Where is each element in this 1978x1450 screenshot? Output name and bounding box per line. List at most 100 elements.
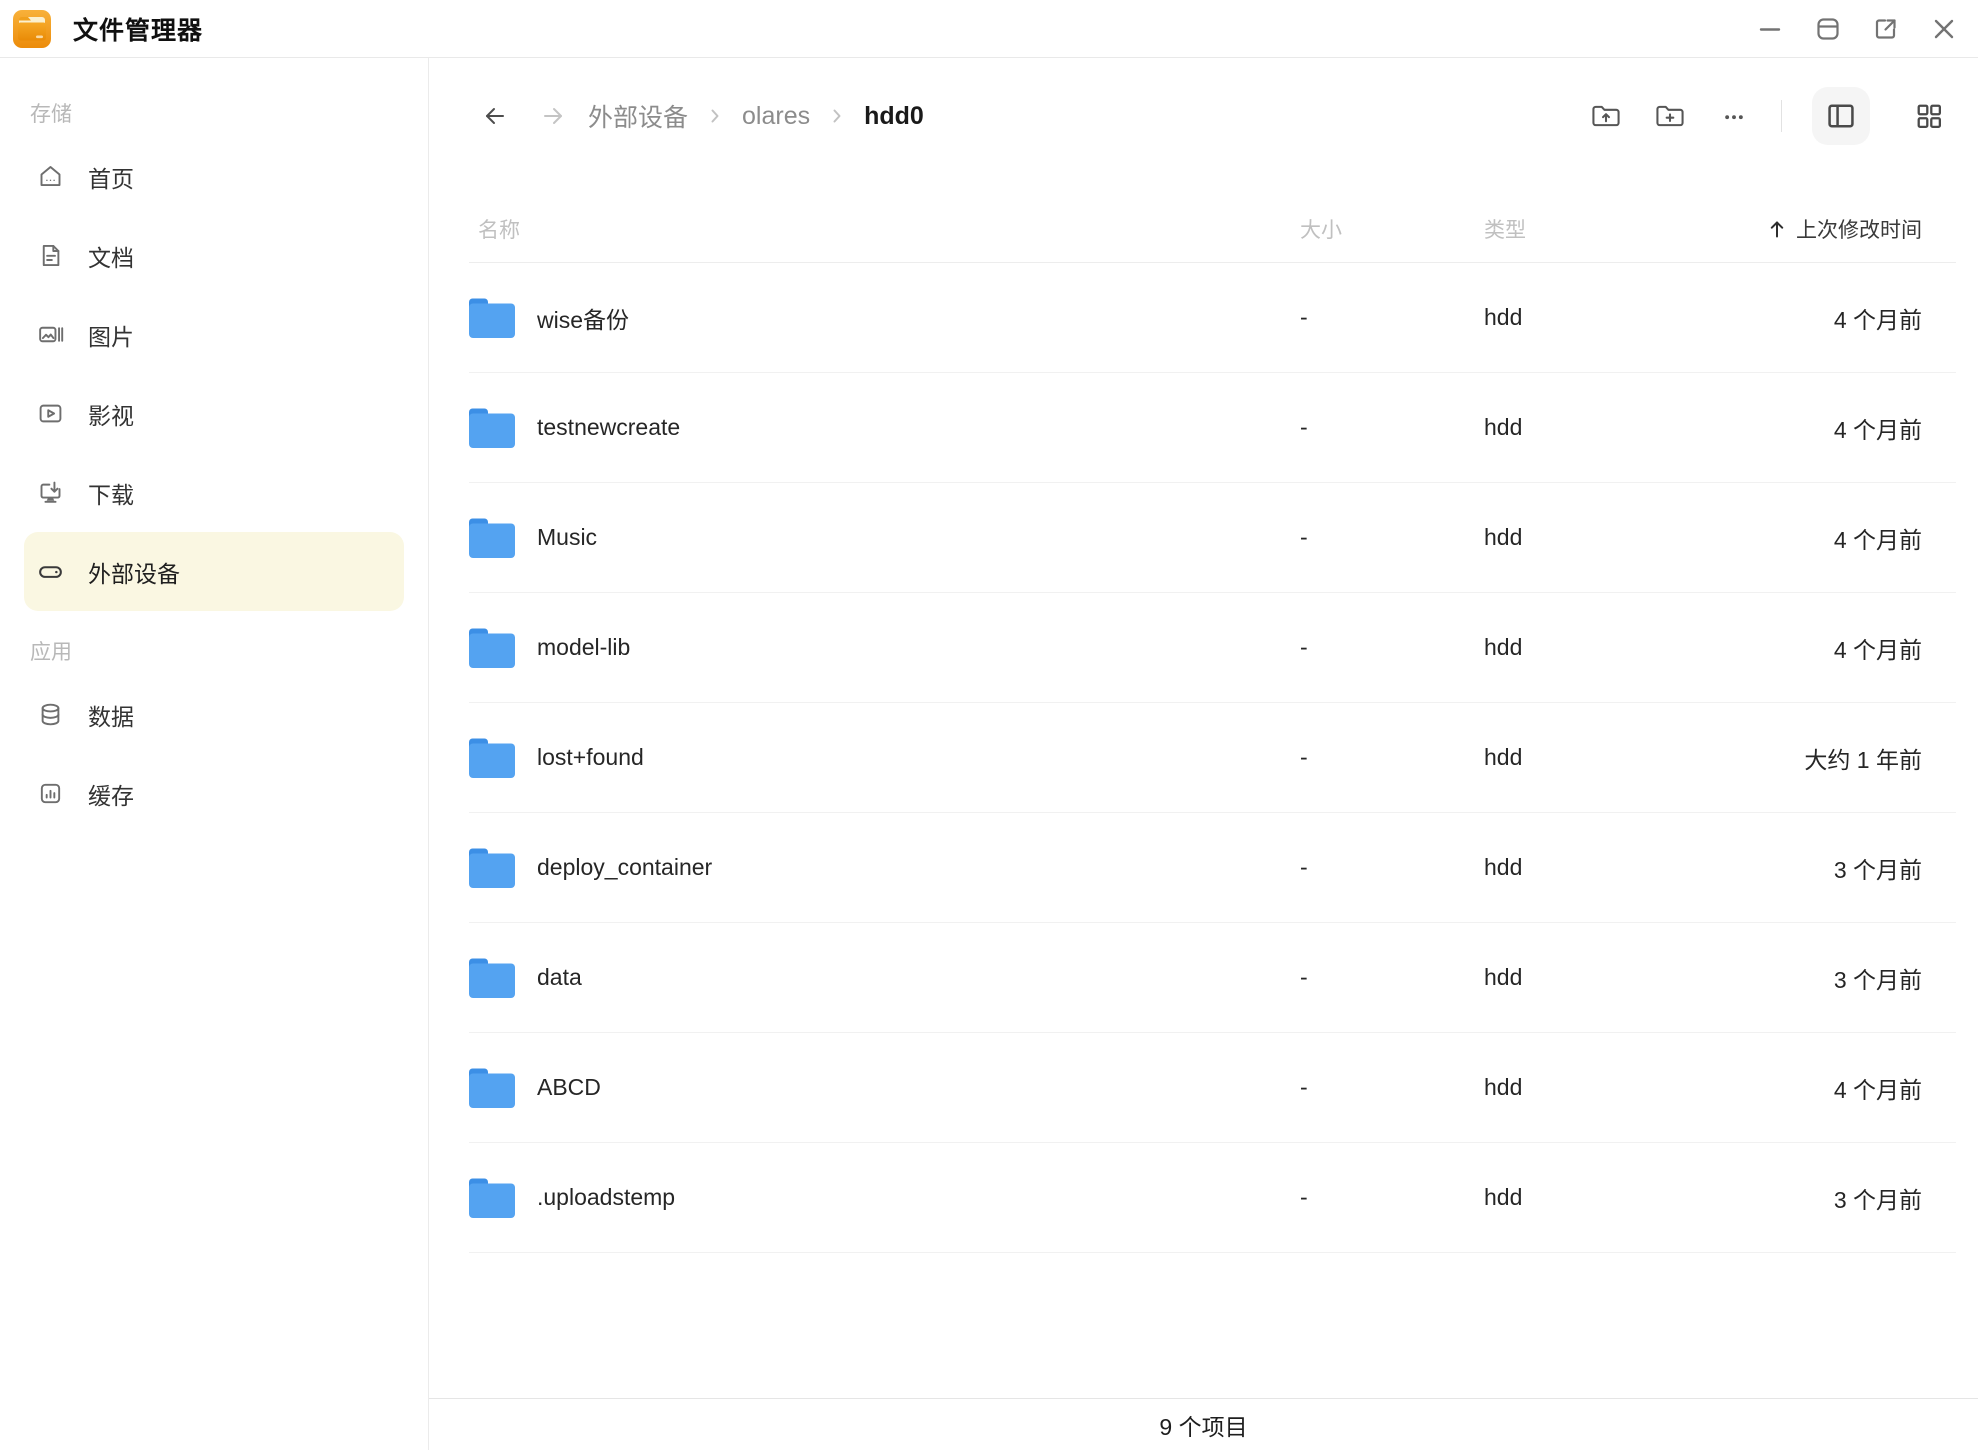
file-size: -	[1300, 414, 1484, 441]
folder-icon	[469, 518, 515, 558]
breadcrumb-item-hdd0: hdd0	[864, 102, 924, 131]
file-size: -	[1300, 1184, 1484, 1211]
minimize-icon[interactable]	[1757, 16, 1783, 42]
status-bar: 9 个项目	[429, 1398, 1978, 1450]
table-row[interactable]: model-lib - hdd 4 个月前	[469, 593, 1956, 703]
breadcrumb-item-olares[interactable]: olares	[742, 102, 810, 131]
open-in-new-icon[interactable]	[1873, 16, 1899, 42]
hdd-icon	[36, 558, 64, 586]
sidebar-item-pictures[interactable]: 图片	[0, 295, 428, 374]
cache-icon	[36, 780, 64, 808]
download-icon	[36, 479, 64, 507]
table-row[interactable]: deploy_container - hdd 3 个月前	[469, 813, 1956, 923]
file-modified: 4 个月前	[1668, 411, 1956, 445]
file-modified: 3 个月前	[1668, 851, 1956, 885]
file-modified: 3 个月前	[1668, 961, 1956, 995]
ellipsis-icon[interactable]	[1717, 99, 1751, 133]
header-modified-label: 上次修改时间	[1796, 214, 1922, 244]
back-icon[interactable]	[481, 102, 509, 130]
folder-icon	[469, 628, 515, 668]
sidebar-item-label: 缓存	[88, 777, 134, 811]
app-title: 文件管理器	[73, 11, 203, 47]
folder-icon	[469, 848, 515, 888]
file-table: 名称 大小 类型 上次修改时间 wise备份 - hdd 4 个月前 testn…	[469, 174, 1956, 1253]
file-name: deploy_container	[537, 854, 712, 881]
table-header: 名称 大小 类型 上次修改时间	[469, 174, 1956, 263]
table-row[interactable]: Music - hdd 4 个月前	[469, 483, 1956, 593]
file-type: hdd	[1484, 634, 1668, 661]
grid-view-icon[interactable]	[1900, 87, 1958, 145]
title-bar: 文件管理器	[0, 0, 1978, 58]
table-row[interactable]: wise备份 - hdd 4 个月前	[469, 263, 1956, 373]
header-modified[interactable]: 上次修改时间	[1668, 214, 1956, 244]
sidebar-section-storage: 存储	[30, 99, 428, 127]
file-type: hdd	[1484, 854, 1668, 881]
sidebar-item-label: 外部设备	[88, 555, 180, 589]
file-modified: 大约 1 年前	[1668, 741, 1956, 775]
file-size: -	[1300, 304, 1484, 331]
sidebar-item-label: 下载	[88, 476, 134, 510]
home-icon	[36, 163, 64, 191]
sidebar-item-home[interactable]: 首页	[0, 137, 428, 216]
toolbar-divider	[1781, 100, 1782, 132]
sidebar-item-downloads[interactable]: 下载	[0, 453, 428, 532]
file-size: -	[1300, 964, 1484, 991]
breadcrumb-item-external-devices[interactable]: 外部设备	[588, 98, 688, 134]
folder-plus-icon[interactable]	[1653, 99, 1687, 133]
sidebar-item-label: 首页	[88, 160, 134, 194]
breadcrumb: 外部设备 olares hdd0	[588, 98, 924, 134]
file-modified: 3 个月前	[1668, 1181, 1956, 1215]
list-panel-view-icon[interactable]	[1812, 87, 1870, 145]
database-icon	[36, 701, 64, 729]
file-name: wise备份	[537, 301, 629, 335]
header-size[interactable]: 大小	[1300, 214, 1484, 244]
file-size: -	[1300, 1074, 1484, 1101]
sidebar-section-apps: 应用	[30, 637, 428, 665]
chevron-right-icon	[704, 105, 726, 127]
toolbar-actions	[1589, 87, 1958, 145]
folder-icon	[469, 1068, 515, 1108]
folder-icon	[469, 738, 515, 778]
file-type: hdd	[1484, 414, 1668, 441]
app-logo-folder-icon	[13, 10, 51, 48]
sidebar-item-documents[interactable]: 文档	[0, 216, 428, 295]
folder-icon	[469, 958, 515, 998]
file-name: data	[537, 964, 582, 991]
maximize-restore-icon[interactable]	[1815, 16, 1841, 42]
file-type: hdd	[1484, 964, 1668, 991]
sidebar-item-data[interactable]: 数据	[0, 675, 428, 754]
sidebar-item-external-devices[interactable]: 外部设备	[24, 532, 404, 611]
table-row[interactable]: ABCD - hdd 4 个月前	[469, 1033, 1956, 1143]
file-name: ABCD	[537, 1074, 601, 1101]
file-size: -	[1300, 744, 1484, 771]
sort-arrow-up-icon	[1766, 218, 1788, 240]
file-name: model-lib	[537, 634, 630, 661]
file-type: hdd	[1484, 304, 1668, 331]
empty-area	[429, 1253, 1978, 1398]
file-modified: 4 个月前	[1668, 521, 1956, 555]
sidebar-item-cache[interactable]: 缓存	[0, 754, 428, 833]
video-icon	[36, 400, 64, 428]
table-row[interactable]: data - hdd 3 个月前	[469, 923, 1956, 1033]
file-type: hdd	[1484, 524, 1668, 551]
sidebar-item-label: 文档	[88, 239, 134, 273]
file-size: -	[1300, 524, 1484, 551]
forward-icon[interactable]	[539, 102, 567, 130]
chevron-right-icon	[826, 105, 848, 127]
breadcrumb-bar: 外部设备 olares hdd0	[429, 58, 1978, 174]
header-type[interactable]: 类型	[1484, 214, 1668, 244]
sidebar-item-videos[interactable]: 影视	[0, 374, 428, 453]
folder-upload-icon[interactable]	[1589, 99, 1623, 133]
table-row[interactable]: lost+found - hdd 大约 1 年前	[469, 703, 1956, 813]
table-row[interactable]: testnewcreate - hdd 4 个月前	[469, 373, 1956, 483]
file-type: hdd	[1484, 1184, 1668, 1211]
table-row[interactable]: .uploadstemp - hdd 3 个月前	[469, 1143, 1956, 1253]
close-icon[interactable]	[1931, 16, 1957, 42]
folder-icon	[469, 298, 515, 338]
file-type: hdd	[1484, 1074, 1668, 1101]
file-type: hdd	[1484, 744, 1668, 771]
file-name: lost+found	[537, 744, 644, 771]
header-name[interactable]: 名称	[469, 214, 1300, 244]
image-icon	[36, 321, 64, 349]
folder-icon	[469, 408, 515, 448]
